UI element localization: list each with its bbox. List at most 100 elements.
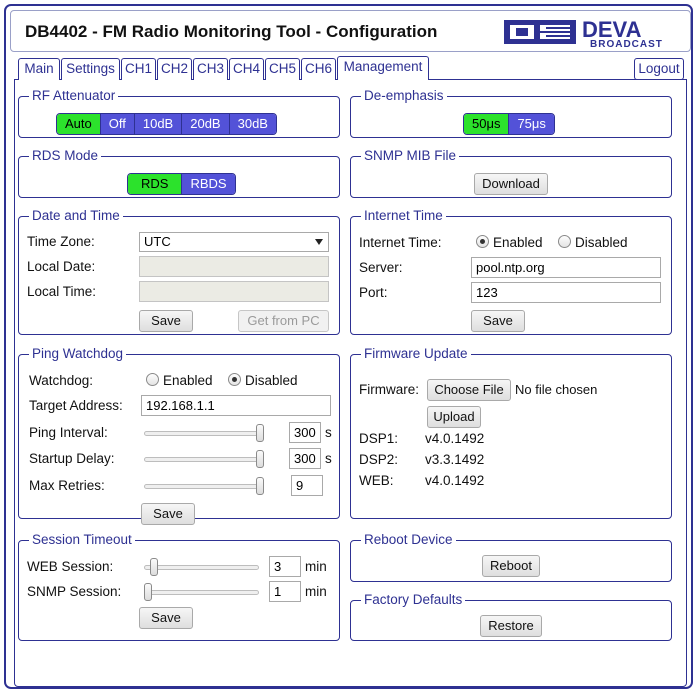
- target-address-label: Target Address:: [29, 398, 123, 413]
- max-retries-slider[interactable]: [144, 477, 264, 495]
- slider-track: [144, 565, 259, 570]
- startup-delay-input[interactable]: 300: [289, 448, 321, 469]
- internet-time-disabled-radio[interactable]: [558, 235, 571, 248]
- rf-option-30db[interactable]: 30dB: [228, 114, 276, 134]
- slider-track: [144, 457, 264, 462]
- slider-thumb[interactable]: [150, 558, 158, 576]
- version-value-web: v4.0.1492: [425, 473, 485, 488]
- ping-interval-input[interactable]: 300: [289, 422, 321, 443]
- reboot-button[interactable]: Reboot: [482, 555, 540, 577]
- watchdog-label: Watchdog:: [29, 373, 94, 388]
- tab-bar: Main Settings CH1 CH2 CH3 CH4 CH5 CH6 Ma…: [16, 56, 687, 80]
- server-input[interactable]: pool.ntp.org: [471, 257, 661, 278]
- ping-interval-slider[interactable]: [144, 424, 264, 442]
- rf-option-20db[interactable]: 20dB: [181, 114, 229, 134]
- chevron-down-icon: [315, 239, 323, 245]
- download-mib-button[interactable]: Download: [474, 173, 548, 195]
- timezone-select[interactable]: UTC: [139, 232, 329, 252]
- rf-option-auto[interactable]: Auto: [57, 114, 100, 134]
- watchdog-disabled-radio[interactable]: [228, 373, 241, 386]
- web-session-slider[interactable]: [144, 558, 259, 576]
- restore-button[interactable]: Restore: [480, 615, 542, 637]
- tab-ch4[interactable]: CH4: [229, 58, 264, 80]
- get-from-pc-button[interactable]: Get from PC: [238, 310, 329, 332]
- internet-time-save-button[interactable]: Save: [471, 310, 525, 332]
- date-time-panel: Date and Time Time Zone: UTC Local Date:…: [18, 209, 340, 335]
- local-date-field: [139, 256, 329, 277]
- local-time-field: [139, 281, 329, 302]
- web-session-input[interactable]: 3: [269, 556, 301, 577]
- server-label: Server:: [359, 260, 403, 275]
- port-label: Port:: [359, 285, 388, 300]
- rds-option-rds[interactable]: RDS: [128, 174, 182, 194]
- no-file-chosen-text: No file chosen: [515, 382, 598, 397]
- slider-thumb[interactable]: [256, 477, 264, 495]
- snmp-session-label: SNMP Session:: [27, 584, 122, 599]
- upload-button[interactable]: Upload: [427, 406, 481, 428]
- firmware-update-panel: Firmware Update Firmware: Choose File No…: [350, 347, 672, 519]
- ping-watchdog-panel: Ping Watchdog Watchdog: Enabled Disabled…: [18, 347, 340, 525]
- reboot-device-panel: Reboot Device Reboot: [350, 533, 672, 582]
- local-date-label: Local Date:: [27, 259, 96, 274]
- version-name-dsp2: DSP2:: [359, 452, 399, 467]
- watchdog-enabled-label: Enabled: [163, 373, 213, 388]
- choose-file-button[interactable]: Choose File: [427, 379, 511, 401]
- tab-ch6[interactable]: CH6: [301, 58, 336, 80]
- target-address-input[interactable]: 192.168.1.1: [141, 395, 331, 416]
- rds-option-rbds[interactable]: RBDS: [181, 174, 235, 194]
- watchdog-disabled-label: Disabled: [245, 373, 298, 388]
- rds-mode-selector: RDS RBDS: [127, 173, 236, 195]
- timezone-value: UTC: [144, 234, 171, 249]
- internet-time-enabled-label: Enabled: [493, 235, 543, 250]
- header: DB4402 - FM Radio Monitoring Tool - Conf…: [10, 10, 691, 52]
- rf-attenuator-panel: RF Attenuator Auto Off 10dB 20dB 30dB: [18, 89, 340, 138]
- internet-time-enabled-radio[interactable]: [476, 235, 489, 248]
- internet-time-label: Internet Time:: [359, 235, 442, 250]
- rf-option-off[interactable]: Off: [99, 114, 134, 134]
- startup-delay-slider[interactable]: [144, 450, 264, 468]
- session-timeout-save-button[interactable]: Save: [139, 607, 193, 629]
- web-session-label: WEB Session:: [27, 559, 114, 574]
- tab-ch3[interactable]: CH3: [193, 58, 228, 80]
- page-title: DB4402 - FM Radio Monitoring Tool - Conf…: [25, 22, 438, 41]
- ping-interval-label: Ping Interval:: [29, 425, 108, 440]
- tab-main[interactable]: Main: [18, 58, 60, 80]
- version-value-dsp1: v4.0.1492: [425, 431, 485, 446]
- snmp-session-slider[interactable]: [144, 583, 259, 601]
- app-frame: DB4402 - FM Radio Monitoring Tool - Conf…: [4, 4, 693, 689]
- factory-defaults-panel: Factory Defaults Restore: [350, 593, 672, 641]
- logout-button[interactable]: Logout: [634, 58, 684, 80]
- tab-settings[interactable]: Settings: [61, 58, 120, 80]
- snmp-session-input[interactable]: 1: [269, 581, 301, 602]
- slider-track: [144, 590, 259, 595]
- date-time-save-button[interactable]: Save: [139, 310, 193, 332]
- reboot-device-legend: Reboot Device: [364, 532, 453, 547]
- slider-thumb[interactable]: [256, 450, 264, 468]
- version-name-dsp1: DSP1:: [359, 431, 399, 446]
- tab-ch5[interactable]: CH5: [265, 58, 300, 80]
- watchdog-enabled-radio[interactable]: [146, 373, 159, 386]
- timezone-label: Time Zone:: [27, 234, 95, 249]
- internet-time-panel: Internet Time Internet Time: Enabled Dis…: [350, 209, 672, 335]
- logo-sub-text: BROADCAST: [590, 39, 663, 48]
- deemphasis-option-50us[interactable]: 50μs: [464, 114, 509, 134]
- tab-ch1[interactable]: CH1: [121, 58, 156, 80]
- web-session-unit: min: [305, 559, 327, 574]
- session-timeout-panel: Session Timeout WEB Session: 3 min SNMP …: [18, 533, 340, 641]
- slider-thumb[interactable]: [144, 583, 152, 601]
- ping-watchdog-save-button[interactable]: Save: [141, 503, 195, 525]
- ping-interval-unit: s: [325, 425, 332, 440]
- max-retries-input[interactable]: 9: [291, 475, 323, 496]
- rf-attenuator-legend: RF Attenuator: [32, 88, 116, 103]
- rf-option-10db[interactable]: 10dB: [133, 114, 182, 134]
- slider-track: [144, 431, 264, 436]
- deemphasis-option-75us[interactable]: 75μs: [508, 114, 554, 134]
- snmp-session-unit: min: [305, 584, 327, 599]
- deemphasis-selector: 50μs 75μs: [463, 113, 555, 135]
- tab-ch2[interactable]: CH2: [157, 58, 192, 80]
- tab-management[interactable]: Management: [337, 56, 429, 80]
- deemphasis-legend: De-emphasis: [364, 88, 444, 103]
- version-value-dsp2: v3.3.1492: [425, 452, 485, 467]
- port-input[interactable]: 123: [471, 282, 661, 303]
- slider-thumb[interactable]: [256, 424, 264, 442]
